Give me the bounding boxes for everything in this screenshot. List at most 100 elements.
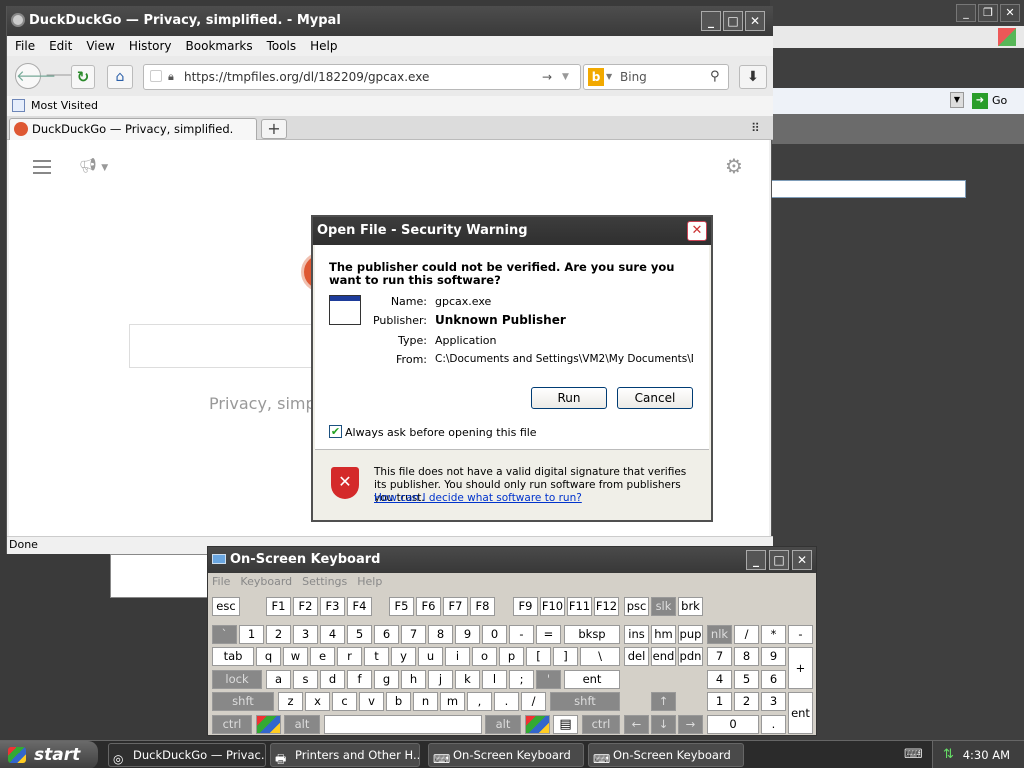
restore-icon[interactable]: ❐ bbox=[978, 4, 998, 22]
maximize-icon[interactable]: □ bbox=[769, 550, 789, 570]
key-d[interactable]: d bbox=[320, 670, 345, 689]
key-2[interactable]: 2 bbox=[266, 625, 291, 644]
osk-menu-help[interactable]: Help bbox=[357, 575, 382, 588]
key-y[interactable]: y bbox=[391, 647, 416, 666]
key-x[interactable]: x bbox=[305, 692, 330, 711]
menu-history[interactable]: History bbox=[121, 36, 178, 53]
key-i[interactable]: i bbox=[445, 647, 470, 666]
key-4[interactable]: 4 bbox=[320, 625, 345, 644]
tab-duckduckgo[interactable]: DuckDuckGo — Privacy, simplified. bbox=[9, 118, 257, 140]
help-link[interactable]: How can I decide what software to run? bbox=[374, 492, 582, 504]
key-f1[interactable]: F1 bbox=[266, 597, 291, 616]
key-f3[interactable]: F3 bbox=[320, 597, 345, 616]
key-num-4[interactable]: 4 bbox=[707, 670, 732, 689]
key-f4[interactable]: F4 bbox=[347, 597, 372, 616]
key-q[interactable]: q bbox=[256, 647, 281, 666]
key-quote[interactable]: ' bbox=[536, 670, 561, 689]
key-num-5[interactable]: 5 bbox=[734, 670, 759, 689]
chevron-down-icon[interactable]: ▼ bbox=[562, 65, 569, 89]
key-minus[interactable]: - bbox=[509, 625, 534, 644]
key-ins[interactable]: ins bbox=[624, 625, 649, 644]
key-f2[interactable]: F2 bbox=[293, 597, 318, 616]
go-arrow-icon[interactable]: ➜ bbox=[972, 93, 988, 109]
key-num-7[interactable]: 7 bbox=[707, 647, 732, 666]
key-num-0[interactable]: 0 bbox=[707, 715, 759, 734]
menu-file[interactable]: File bbox=[7, 36, 41, 53]
key-f7[interactable]: F7 bbox=[443, 597, 468, 616]
key-a[interactable]: a bbox=[266, 670, 291, 689]
key-left-ctrl[interactable]: ctrl bbox=[212, 715, 252, 734]
maximize-icon[interactable]: □ bbox=[723, 11, 743, 31]
key-pdn[interactable]: pdn bbox=[678, 647, 703, 666]
key-f[interactable]: f bbox=[347, 670, 372, 689]
key-v[interactable]: v bbox=[359, 692, 384, 711]
go-button-label[interactable]: Go bbox=[992, 94, 1007, 107]
key-slk[interactable]: slk bbox=[651, 597, 676, 616]
key-0[interactable]: 0 bbox=[482, 625, 507, 644]
key-f6[interactable]: F6 bbox=[416, 597, 441, 616]
key-left-bracket[interactable]: [ bbox=[526, 647, 551, 666]
key-left-alt[interactable]: alt bbox=[284, 715, 320, 734]
key-b[interactable]: b bbox=[386, 692, 411, 711]
arrow-left-icon[interactable]: ← bbox=[624, 715, 649, 734]
key-equals[interactable]: = bbox=[536, 625, 561, 644]
key-num-2[interactable]: 2 bbox=[734, 692, 759, 711]
key-u[interactable]: u bbox=[418, 647, 443, 666]
key-f9[interactable]: F9 bbox=[513, 597, 538, 616]
key-f10[interactable]: F10 bbox=[540, 597, 565, 616]
key-f12[interactable]: F12 bbox=[594, 597, 619, 616]
hamburger-menu-icon[interactable] bbox=[33, 160, 51, 174]
key-num-decimal[interactable]: . bbox=[761, 715, 786, 734]
key-bksp[interactable]: bksp bbox=[564, 625, 620, 644]
minimize-icon[interactable]: _ bbox=[746, 550, 766, 570]
key-num-3[interactable]: 3 bbox=[761, 692, 786, 711]
gear-icon[interactable]: ⚙ bbox=[725, 154, 743, 178]
key-right-bracket[interactable]: ] bbox=[553, 647, 578, 666]
key-esc[interactable]: esc bbox=[212, 597, 240, 616]
chevron-down-icon[interactable]: ▼ bbox=[606, 65, 612, 89]
key-f8[interactable]: F8 bbox=[470, 597, 495, 616]
key-slash[interactable]: / bbox=[521, 692, 546, 711]
key-num-6[interactable]: 6 bbox=[761, 670, 786, 689]
key-end[interactable]: end bbox=[651, 647, 676, 666]
key-6[interactable]: 6 bbox=[374, 625, 399, 644]
key-num-minus[interactable]: - bbox=[788, 625, 813, 644]
menu-key-icon[interactable]: ▤ bbox=[553, 715, 578, 734]
key-psc[interactable]: psc bbox=[624, 597, 649, 616]
key-c[interactable]: c bbox=[332, 692, 357, 711]
run-button[interactable]: Run bbox=[531, 387, 607, 409]
menu-tools[interactable]: Tools bbox=[259, 36, 303, 53]
address-combo[interactable] bbox=[770, 180, 966, 198]
home-icon[interactable]: ⌂ bbox=[107, 65, 133, 89]
key-right-alt[interactable]: alt bbox=[485, 715, 521, 734]
go-arrow-icon[interactable]: → bbox=[542, 65, 552, 89]
key-1[interactable]: 1 bbox=[239, 625, 264, 644]
key-s[interactable]: s bbox=[293, 670, 318, 689]
key-z[interactable]: z bbox=[278, 692, 303, 711]
key-g[interactable]: g bbox=[374, 670, 399, 689]
cancel-button[interactable]: Cancel bbox=[617, 387, 693, 409]
minimize-icon[interactable]: _ bbox=[956, 4, 976, 22]
search-icon[interactable]: ⚲ bbox=[710, 65, 720, 89]
key-num-9[interactable]: 9 bbox=[761, 647, 786, 666]
arrow-down-icon[interactable]: ↓ bbox=[651, 715, 676, 734]
url-bar[interactable]: 🔒︎ https://tmpfiles.org/dl/182209/gpcax.… bbox=[143, 64, 581, 90]
key-5[interactable]: 5 bbox=[347, 625, 372, 644]
key-n[interactable]: n bbox=[413, 692, 438, 711]
key-semicolon[interactable]: ; bbox=[509, 670, 534, 689]
close-icon[interactable]: ✕ bbox=[745, 11, 765, 31]
arrow-up-icon[interactable]: ↑ bbox=[651, 692, 676, 711]
key-m[interactable]: m bbox=[440, 692, 465, 711]
site-identity-icon[interactable] bbox=[150, 70, 162, 82]
key-pup[interactable]: pup bbox=[678, 625, 703, 644]
bookmark-most-visited[interactable]: Most Visited bbox=[31, 99, 98, 112]
key-tab[interactable]: tab bbox=[212, 647, 254, 666]
windows-key-icon[interactable] bbox=[256, 715, 281, 734]
search-box[interactable]: b ▼ Bing ⚲ bbox=[583, 64, 729, 90]
keyboard-tray-icon[interactable]: ⌨ bbox=[904, 747, 923, 762]
chevron-down-icon[interactable]: ▼ bbox=[950, 92, 964, 108]
key-num-enter[interactable]: ent bbox=[788, 692, 813, 734]
close-icon[interactable]: ✕ bbox=[687, 221, 707, 241]
key-t[interactable]: t bbox=[364, 647, 389, 666]
key-3[interactable]: 3 bbox=[293, 625, 318, 644]
